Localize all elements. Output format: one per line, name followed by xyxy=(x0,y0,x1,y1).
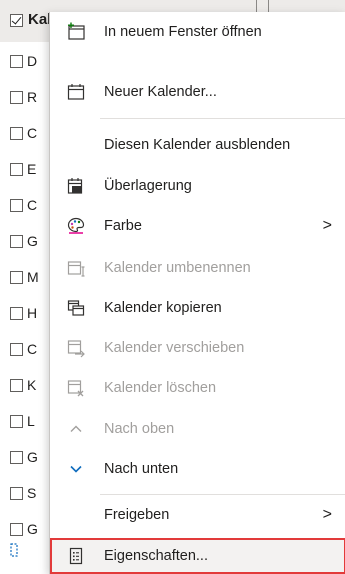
calendar-list-item[interactable]: L xyxy=(10,411,35,431)
copy-icon xyxy=(66,298,86,318)
chevron-right-icon: > xyxy=(322,217,332,234)
calendar-checkbox[interactable] xyxy=(10,126,23,140)
menu-item-properties[interactable]: Eigenschaften... xyxy=(50,538,345,574)
calendar-name: R xyxy=(27,89,38,105)
calendar-name: C xyxy=(27,341,38,357)
calendar-name: M xyxy=(27,269,39,285)
calendar-name: G xyxy=(27,449,38,465)
calendar-name: G xyxy=(27,521,38,537)
menu-item-label: Nach unten xyxy=(104,461,179,477)
properties-icon xyxy=(66,546,86,566)
calendar-name: H xyxy=(27,305,38,321)
calendar-list-item[interactable]: K xyxy=(10,375,36,395)
calendar-list-item[interactable]: D xyxy=(10,51,37,71)
menu-item-share[interactable]: Freigeben > xyxy=(50,497,345,533)
calendar-checkbox[interactable] xyxy=(10,450,23,464)
calendar-list-item[interactable]: C xyxy=(10,123,37,143)
menu-item-rename-calendar[interactable]: Kalender umbenennen xyxy=(50,250,345,286)
menu-item-label: In neuem Fenster öffnen xyxy=(104,24,262,40)
calendar-list-item[interactable]: C xyxy=(10,339,37,359)
delete-calendar-icon xyxy=(66,378,86,398)
calendar-checkbox[interactable] xyxy=(10,198,23,212)
calendar-list-item[interactable]: E xyxy=(10,159,36,179)
calendar-checkbox[interactable] xyxy=(10,522,23,536)
new-window-icon xyxy=(66,22,86,42)
calendar-name: C xyxy=(27,197,38,213)
menu-separator xyxy=(100,118,345,119)
menu-item-move-up[interactable]: Nach oben xyxy=(50,411,345,447)
menu-item-label: Kalender verschieben xyxy=(104,340,245,356)
menu-item-label: Freigeben xyxy=(104,507,170,523)
context-menu: In neuem Fenster öffnen Neuer Kalender..… xyxy=(49,12,345,574)
move-icon xyxy=(66,338,86,358)
calendar-checkbox[interactable] xyxy=(10,378,23,392)
menu-item-overlay[interactable]: Überlagerung xyxy=(50,168,345,204)
calendar-list-item[interactable]: C xyxy=(10,195,37,215)
chevron-right-icon: > xyxy=(322,506,332,523)
calendar-list-item[interactable]: G xyxy=(10,447,38,467)
menu-item-label: Kalender kopieren xyxy=(104,300,222,316)
overlay-icon xyxy=(66,176,86,196)
menu-item-label: Eigenschaften... xyxy=(104,548,208,564)
calendar-checkbox[interactable] xyxy=(10,90,23,104)
calendar-name: D xyxy=(27,53,38,69)
menu-item-move-calendar[interactable]: Kalender verschieben xyxy=(50,330,345,366)
palette-icon xyxy=(66,216,86,236)
menu-item-new-calendar[interactable]: Neuer Kalender... xyxy=(50,74,345,110)
menu-item-label: Diesen Kalender ausblenden xyxy=(104,137,291,153)
menu-item-delete-calendar[interactable]: Kalender löschen xyxy=(50,370,345,406)
menu-item-color[interactable]: Farbe > xyxy=(50,208,345,244)
calendar-checkbox[interactable] xyxy=(10,306,23,320)
calendar-list-item[interactable]: S xyxy=(10,483,36,503)
calendar-checkbox[interactable] xyxy=(10,486,23,500)
calendar-name: C xyxy=(27,125,38,141)
calendar-list-item[interactable]: R xyxy=(10,87,37,107)
menu-item-label: Neuer Kalender... xyxy=(104,84,217,100)
menu-item-open-new-window[interactable]: In neuem Fenster öffnen xyxy=(50,14,345,50)
menu-item-label: Nach oben xyxy=(104,421,175,437)
menu-item-label: Überlagerung xyxy=(104,178,192,194)
calendar-name: K xyxy=(27,377,37,393)
new-calendar-icon xyxy=(66,82,86,102)
menu-separator xyxy=(100,494,345,495)
menu-item-label: Kalender umbenennen xyxy=(104,260,251,276)
calendar-list-item[interactable]: G xyxy=(10,519,38,539)
calendar-name: S xyxy=(27,485,37,501)
calendar-list-item[interactable]: H xyxy=(10,303,37,323)
calendar-checkbox[interactable] xyxy=(10,270,23,284)
calendar-group-checkbox[interactable] xyxy=(10,14,23,27)
menu-item-label: Farbe xyxy=(104,218,142,234)
calendar-name: L xyxy=(27,413,35,429)
arrow-up-icon xyxy=(66,419,86,439)
calendar-name: E xyxy=(27,161,37,177)
calendar-checkbox[interactable] xyxy=(10,414,23,428)
menu-item-label: Kalender löschen xyxy=(104,380,217,396)
calendar-name: G xyxy=(27,233,38,249)
rename-icon xyxy=(66,258,86,278)
calendar-checkbox[interactable] xyxy=(10,54,23,68)
menu-item-hide-calendar[interactable]: Diesen Kalender ausblenden xyxy=(50,127,345,163)
menu-item-move-down[interactable]: Nach unten xyxy=(50,451,345,487)
calendar-nav-icon[interactable] xyxy=(10,542,18,558)
calendar-checkbox[interactable] xyxy=(10,234,23,248)
calendar-list-item[interactable]: G xyxy=(10,231,38,251)
calendar-checkbox[interactable] xyxy=(10,162,23,176)
calendar-checkbox[interactable] xyxy=(10,342,23,356)
menu-item-copy-calendar[interactable]: Kalender kopieren xyxy=(50,290,345,326)
arrow-down-icon xyxy=(66,459,86,479)
calendar-list-item[interactable]: M xyxy=(10,267,39,287)
